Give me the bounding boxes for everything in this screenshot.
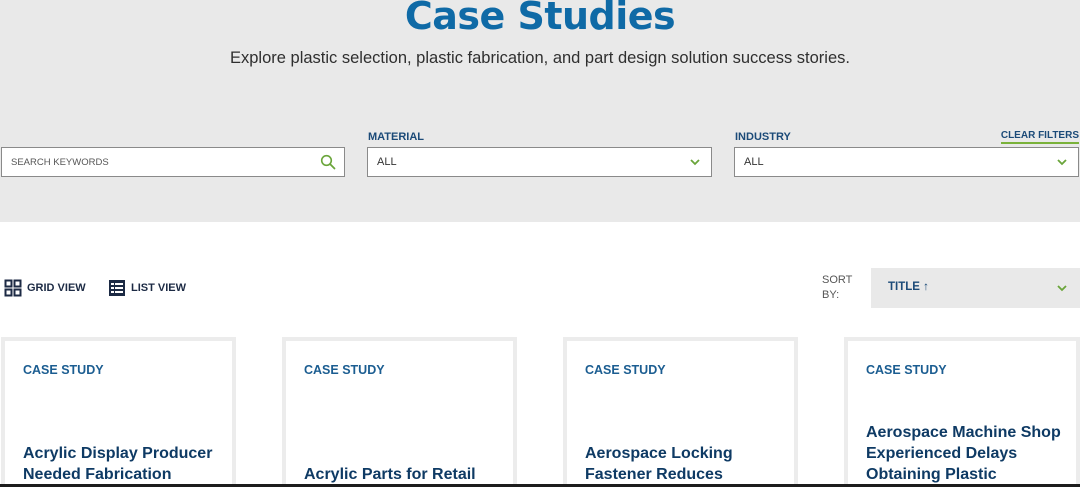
case-study-card[interactable]: CASE STUDY Aerospace Machine Shop Experi… bbox=[844, 337, 1080, 487]
list-view-icon bbox=[109, 280, 125, 296]
search-input[interactable]: SEARCH KEYWORDS bbox=[1, 147, 345, 177]
list-view-button[interactable]: LIST VIEW bbox=[108, 278, 186, 298]
card-kicker: CASE STUDY bbox=[23, 363, 104, 377]
page-subtitle: Explore plastic selection, plastic fabri… bbox=[230, 49, 850, 67]
grid-view-label: GRID VIEW bbox=[27, 282, 86, 294]
card-title[interactable]: Acrylic Display Producer Needed Fabricat… bbox=[23, 443, 220, 485]
industry-value: ALL bbox=[744, 156, 764, 168]
card-title[interactable]: Acrylic Parts for Retail bbox=[304, 464, 501, 485]
material-select[interactable]: ALL bbox=[367, 147, 712, 177]
clear-filters-link[interactable]: CLEAR FILTERS bbox=[1000, 130, 1079, 144]
case-study-card[interactable]: CASE STUDY Acrylic Display Producer Need… bbox=[1, 337, 236, 487]
material-value: ALL bbox=[377, 156, 397, 168]
material-label: MATERIAL bbox=[368, 131, 425, 143]
page-title: Case Studies bbox=[404, 0, 676, 38]
grid-view-button[interactable]: GRID VIEW bbox=[4, 278, 86, 298]
search-icon[interactable] bbox=[320, 154, 336, 170]
grid-view-icon bbox=[4, 279, 22, 297]
card-kicker: CASE STUDY bbox=[585, 363, 666, 377]
hero-section: Case Studies Explore plastic selection, … bbox=[0, 0, 1080, 222]
card-title[interactable]: Aerospace Machine Shop Experienced Delay… bbox=[866, 422, 1064, 485]
card-kicker: CASE STUDY bbox=[304, 363, 385, 377]
card-title[interactable]: Aerospace Locking Fastener Reduces bbox=[585, 443, 782, 485]
chevron-down-icon bbox=[1057, 159, 1067, 166]
sort-label-line1: SORT bbox=[822, 274, 853, 286]
chevron-down-icon bbox=[690, 159, 700, 166]
sort-value: TITLE ↑ bbox=[888, 281, 929, 293]
industry-select[interactable]: ALL bbox=[734, 147, 1079, 177]
industry-label: INDUSTRY bbox=[735, 131, 791, 143]
sort-select[interactable]: TITLE ↑ bbox=[871, 268, 1080, 308]
search-placeholder: SEARCH KEYWORDS bbox=[11, 157, 109, 168]
case-study-card[interactable]: CASE STUDY Aerospace Locking Fastener Re… bbox=[563, 337, 798, 487]
case-study-card[interactable]: CASE STUDY Acrylic Parts for Retail bbox=[282, 337, 517, 487]
list-view-label: LIST VIEW bbox=[131, 282, 186, 294]
chevron-down-icon bbox=[1057, 285, 1067, 292]
card-kicker: CASE STUDY bbox=[866, 363, 947, 377]
sort-label: SORT BY: bbox=[822, 273, 852, 303]
sort-label-line2: BY: bbox=[822, 289, 840, 301]
